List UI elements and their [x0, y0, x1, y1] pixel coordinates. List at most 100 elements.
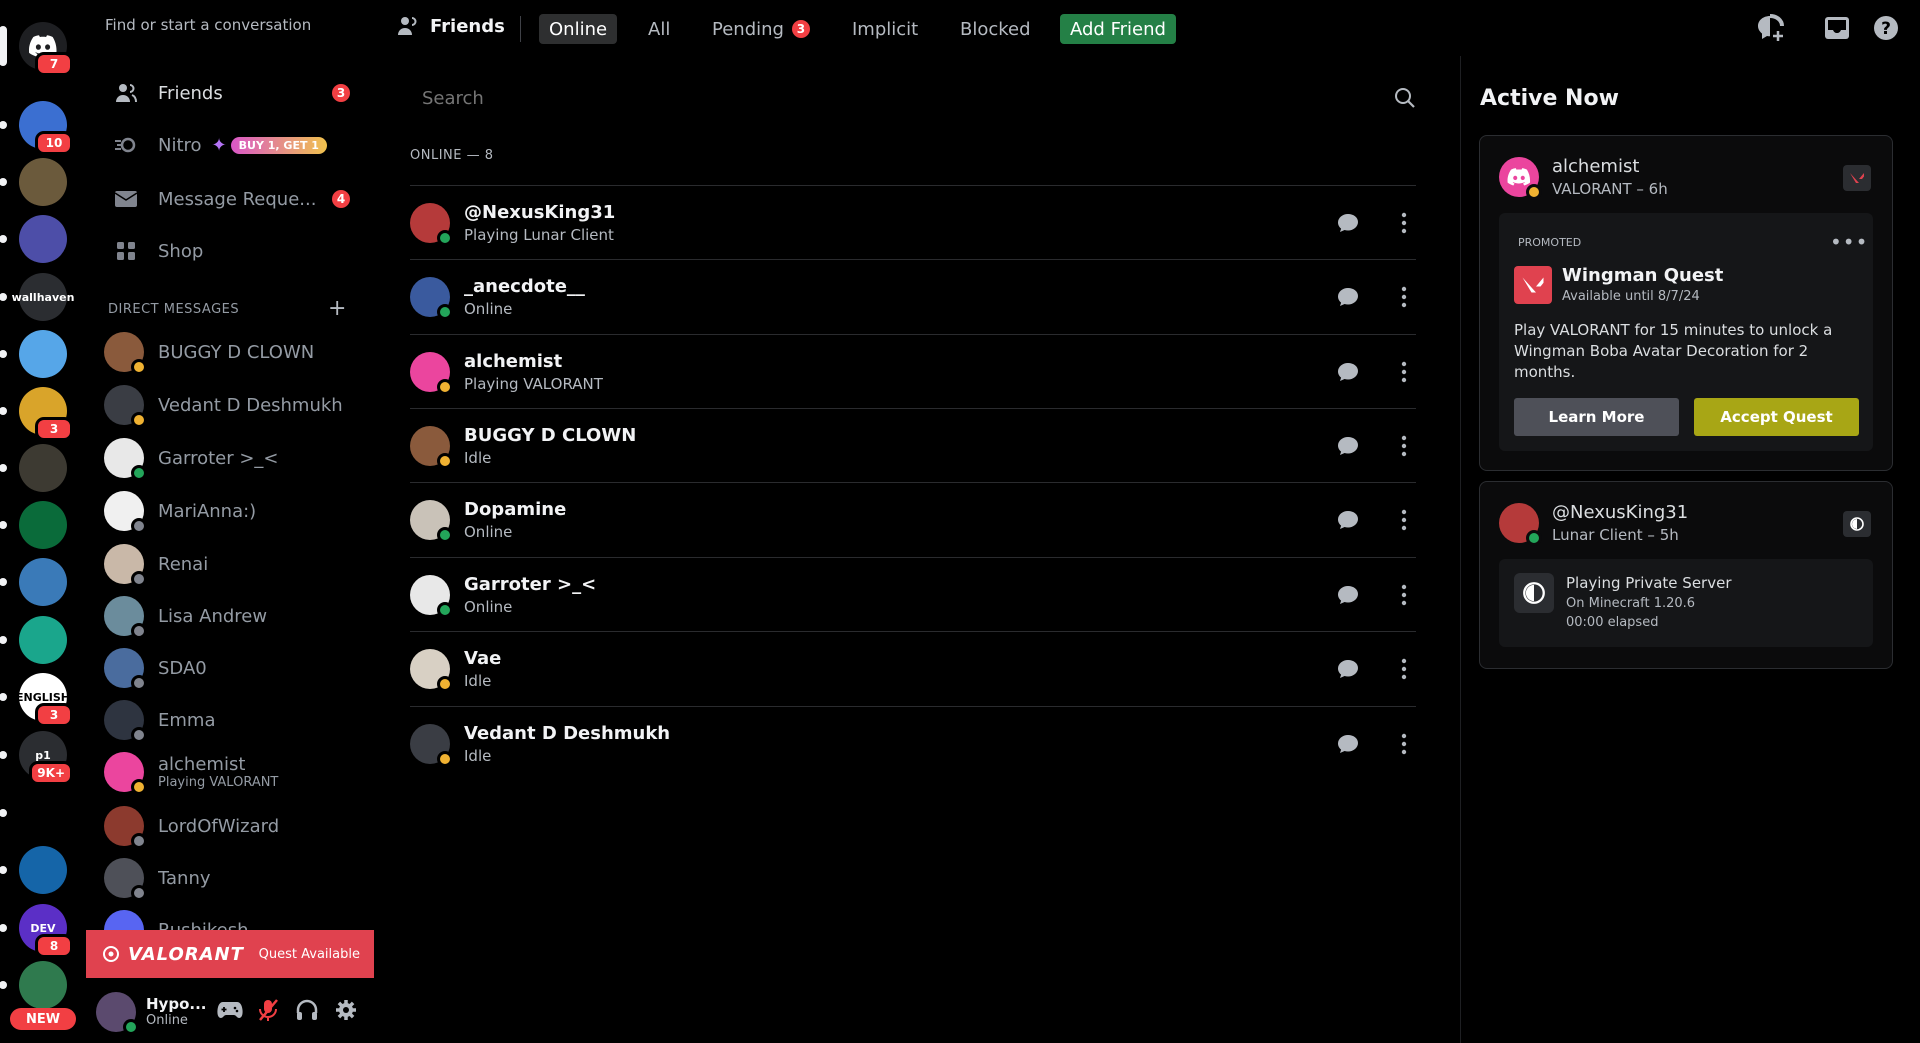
more-vertical-icon[interactable] — [1386, 651, 1422, 687]
tab-all[interactable]: All — [638, 14, 680, 44]
dm-item[interactable]: SDA0 — [104, 643, 364, 693]
friend-status-text: Idle — [464, 448, 492, 467]
add-friend-button[interactable]: Add Friend — [1060, 14, 1176, 44]
friend-status-text: Idle — [464, 671, 492, 690]
settings-gear-icon[interactable] — [332, 996, 360, 1024]
dm-item[interactable]: Tanny — [104, 853, 364, 903]
status-dot — [123, 1018, 139, 1035]
friend-status-text: Playing VALORANT — [464, 374, 603, 393]
friend-search-input[interactable] — [410, 87, 1370, 109]
dm-item[interactable]: Rushikesh — [104, 905, 364, 930]
more-options-icon[interactable]: ••• — [1830, 230, 1868, 254]
more-vertical-icon[interactable] — [1386, 726, 1422, 762]
friend-row[interactable]: BUGGY D CLOWN Idle — [410, 408, 1416, 482]
dm-text: Renai — [144, 554, 208, 575]
message-icon[interactable] — [1330, 502, 1366, 538]
message-icon[interactable] — [1330, 354, 1366, 390]
message-icon[interactable] — [1330, 651, 1366, 687]
playing-label: Playing Private Server — [1566, 574, 1732, 592]
more-vertical-icon[interactable] — [1386, 428, 1422, 464]
dm-item[interactable]: Emma — [104, 695, 364, 745]
message-icon[interactable] — [1330, 279, 1366, 315]
dm-text: Tanny — [144, 868, 211, 889]
friend-name: BUGGY D CLOWN — [464, 424, 637, 446]
quest-description: Play VALORANT for 15 minutes to unlock a… — [1514, 321, 1833, 381]
avatar — [410, 648, 453, 692]
server-icon[interactable] — [0, 961, 67, 1009]
elapsed-time: 00:00 elapsed — [1566, 615, 1659, 630]
more-vertical-icon[interactable] — [1386, 577, 1422, 613]
learn-more-button[interactable]: Learn More — [1514, 398, 1679, 436]
dm-text: MariAnna:) — [144, 501, 256, 522]
more-vertical-icon[interactable] — [1386, 279, 1422, 315]
status-dot — [131, 727, 147, 743]
dm-text: Vedant D Deshmukh — [144, 395, 343, 416]
dm-text: Emma — [144, 710, 215, 731]
quest-title: Wingman Quest — [1562, 265, 1724, 286]
tab-pending[interactable]: Pending 3 — [702, 14, 820, 44]
avatar — [104, 858, 147, 901]
dm-item[interactable]: Vedant D Deshmukh — [104, 380, 364, 430]
dm-item[interactable]: Renai — [104, 539, 364, 589]
avatar — [410, 202, 453, 246]
friend-row[interactable]: alchemist Playing VALORANT — [410, 334, 1416, 408]
dm-item[interactable]: BUGGY D CLOWN — [104, 327, 364, 377]
avatar — [410, 351, 453, 395]
friend-row[interactable]: Dopamine Online — [410, 482, 1416, 556]
lunar-client-icon — [1843, 511, 1871, 537]
friend-row[interactable]: Vae Idle — [410, 631, 1416, 705]
divider — [520, 16, 521, 42]
avatar — [104, 596, 147, 639]
status-dot — [131, 675, 147, 691]
dm-name: alchemist — [158, 754, 246, 775]
dm-text: LordOfWizard — [144, 816, 279, 837]
more-vertical-icon[interactable] — [1386, 354, 1422, 390]
new-group-dm-icon[interactable] — [1756, 14, 1786, 46]
avatar — [104, 544, 147, 587]
gamepad-icon[interactable] — [216, 996, 244, 1024]
discord-avatar-icon — [1507, 168, 1531, 186]
friend-row[interactable]: Garroter >_< Online — [410, 557, 1416, 631]
quest-until: Available until 8/7/24 — [1562, 289, 1700, 304]
dm-name: BUGGY D CLOWN — [158, 341, 315, 363]
message-icon[interactable] — [1330, 726, 1366, 762]
dm-item[interactable]: Garroter >_< — [104, 433, 364, 483]
friend-info: @NexusKing31 Playing Lunar Client — [464, 202, 615, 244]
message-icon[interactable] — [1330, 428, 1366, 464]
quest-banner[interactable]: VALORANT Quest Available — [86, 930, 374, 978]
dm-name: Garroter >_< — [158, 447, 279, 469]
more-vertical-icon[interactable] — [1386, 205, 1422, 241]
dm-item[interactable]: Lisa Andrew — [104, 591, 364, 641]
dm-item[interactable]: LordOfWizard — [104, 801, 364, 851]
friend-search-bar[interactable] — [410, 80, 1426, 116]
active-now-title: Active Now — [1480, 86, 1619, 111]
headphones-icon[interactable] — [293, 996, 321, 1024]
user-status: Online — [146, 1013, 188, 1028]
svg-text:?: ? — [1881, 19, 1891, 39]
friend-info: Vedant D Deshmukh Idle — [464, 723, 670, 765]
new-badge[interactable]: NEW — [10, 1008, 76, 1030]
friend-row[interactable]: _anecdote__ Online — [410, 259, 1416, 333]
friend-status-text: Online — [464, 299, 513, 318]
friend-name: @NexusKing31 — [464, 201, 616, 223]
help-icon[interactable]: ? — [1872, 14, 1900, 46]
message-icon[interactable] — [1330, 205, 1366, 241]
message-icon[interactable] — [1330, 577, 1366, 613]
tab-online[interactable]: Online — [539, 14, 618, 44]
tab-implicit[interactable]: Implicit — [842, 14, 928, 44]
valorant-icon — [103, 946, 119, 962]
friend-row[interactable]: Vedant D Deshmukh Idle — [410, 706, 1416, 780]
more-vertical-icon[interactable] — [1386, 502, 1422, 538]
tab-blocked[interactable]: Blocked — [950, 14, 1041, 44]
mic-muted-icon[interactable] — [254, 996, 282, 1024]
user-avatar[interactable] — [96, 991, 139, 1035]
dm-item[interactable]: alchemist Playing VALORANT — [104, 747, 364, 797]
accept-quest-button[interactable]: Accept Quest — [1694, 398, 1859, 436]
dm-list: BUGGY D CLOWN Vedant D Deshmukh Garroter >… — [0, 0, 374, 930]
avatar — [410, 574, 453, 618]
user-info[interactable]: Hypo... Online — [146, 995, 206, 1028]
dm-item[interactable]: MariAnna:) — [104, 486, 364, 536]
status-dot — [1526, 184, 1542, 200]
inbox-icon[interactable] — [1824, 16, 1850, 44]
friend-row[interactable]: @NexusKing31 Playing Lunar Client — [410, 185, 1416, 259]
